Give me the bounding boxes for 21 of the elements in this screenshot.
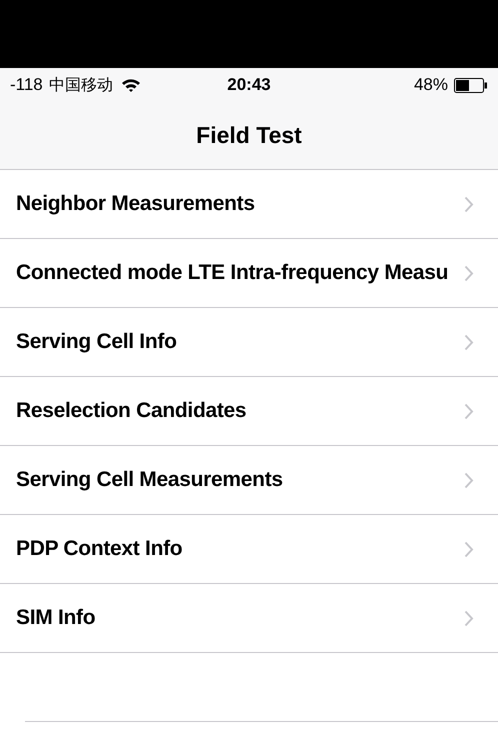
carrier-name: 中国移动 [48, 74, 113, 96]
chevron-icon [464, 610, 474, 627]
chevron-icon [464, 196, 474, 213]
chevron-icon [464, 541, 474, 558]
chevron-icon [464, 265, 474, 282]
battery-icon [454, 78, 488, 92]
list-item[interactable]: Serving Cell Info [0, 308, 498, 377]
chevron-icon [464, 472, 474, 489]
list-item[interactable]: PDP Context Info [0, 515, 498, 584]
list-item[interactable]: Serving Cell Measurements [0, 446, 498, 515]
battery-percent: 48% [414, 74, 448, 96]
clock-time: 20:43 [227, 74, 271, 96]
list-item[interactable]: SIM Info [0, 584, 498, 653]
list-item[interactable]: Reselection Candidates [0, 377, 498, 446]
screen-title: Field Test [196, 121, 302, 150]
wifi-icon [120, 78, 141, 92]
chevron-icon [464, 403, 474, 420]
list-item[interactable]: Connected mode LTE Intra-frequency Measu [0, 239, 498, 308]
signal-strength: -118 [10, 74, 43, 96]
list-item[interactable]: Neighbor Measurements [0, 170, 498, 239]
chevron-icon [464, 334, 474, 351]
